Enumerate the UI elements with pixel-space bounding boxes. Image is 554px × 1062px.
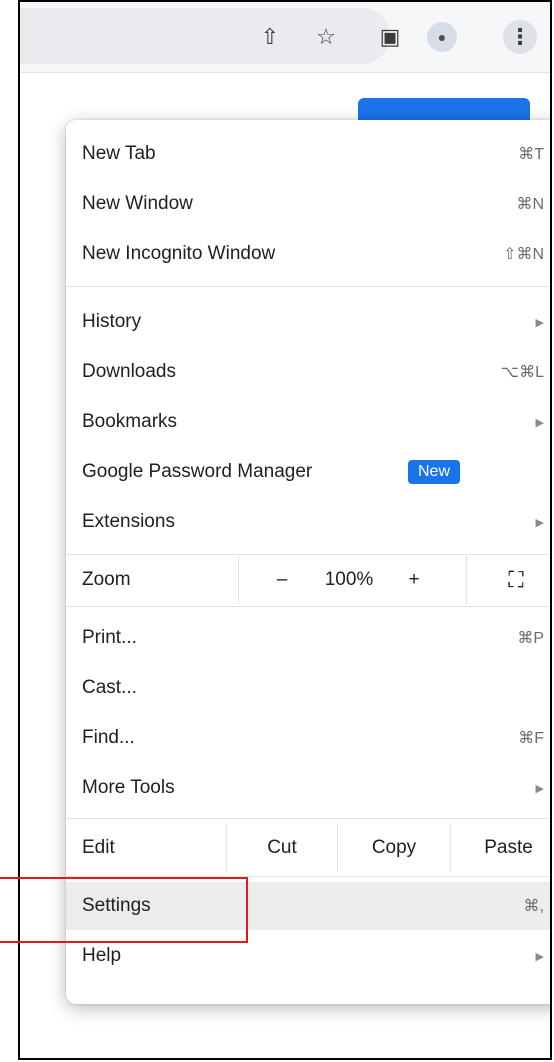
zoom-divider <box>238 556 239 604</box>
chrome-menu: New Tab ⌘T New Window ⌘N New Incognito W… <box>66 120 550 1004</box>
submenu-arrow-icon: ▶ <box>535 516 544 529</box>
shortcut-label: ⌘P <box>517 630 544 647</box>
menu-item-new-incognito-window[interactable]: New Incognito Window ⇧⌘N <box>66 230 550 278</box>
shortcut-label: ⌘T <box>518 146 544 163</box>
shortcut-label: ⌘F <box>518 730 544 747</box>
more-options-icon: ⋮ <box>503 20 537 54</box>
menu-item-label: Extensions <box>82 511 175 532</box>
zoom-in-button[interactable]: + <box>394 556 434 604</box>
browser-toolbar: ⇧ ☆ ▣ ● ⋮ <box>20 2 550 73</box>
zoom-level: 100% <box>324 569 374 590</box>
share-icon[interactable]: ⇧ <box>252 19 288 55</box>
menu-edit-row: Edit Cut Copy Paste <box>66 824 550 872</box>
menu-item-print[interactable]: Print... ⌘P <box>66 614 550 662</box>
menu-item-more-tools[interactable]: More Tools ▶ <box>66 764 550 812</box>
submenu-arrow-icon: ▶ <box>535 316 544 329</box>
shortcut-label: ⌘N <box>516 196 544 213</box>
menu-divider <box>66 606 550 607</box>
avatar-glyph: ● <box>437 29 447 45</box>
submenu-arrow-icon: ▶ <box>535 950 544 963</box>
menu-item-new-window[interactable]: New Window ⌘N <box>66 180 550 228</box>
menu-item-new-tab[interactable]: New Tab ⌘T <box>66 130 550 178</box>
profile-icon: ● <box>427 22 457 52</box>
menu-item-history[interactable]: History ▶ <box>66 298 550 346</box>
menu-item-google-password-manager[interactable]: Google Password Manager New <box>66 448 550 496</box>
menu-item-label: New Tab <box>82 143 156 164</box>
submenu-arrow-icon: ▶ <box>535 416 544 429</box>
paste-button[interactable]: Paste <box>451 824 550 872</box>
profile-button[interactable]: ● <box>424 19 460 55</box>
submenu-arrow-icon: ▶ <box>535 782 544 795</box>
menu-divider <box>66 554 550 555</box>
menu-item-extensions[interactable]: Extensions ▶ <box>66 498 550 546</box>
menu-item-label: Print... <box>82 627 137 648</box>
side-panel-icon[interactable]: ▣ <box>372 19 408 55</box>
zoom-out-button[interactable]: – <box>262 556 302 604</box>
shortcut-label: ⌘, <box>523 898 544 915</box>
star-icon[interactable]: ☆ <box>308 19 344 55</box>
menu-item-downloads[interactable]: Downloads ⌥⌘L <box>66 348 550 396</box>
highlight-box <box>0 877 248 943</box>
kebab-glyph: ⋮ <box>509 24 531 49</box>
menu-item-label: New Incognito Window <box>82 243 276 264</box>
menu-item-label: Google Password Manager <box>82 461 313 482</box>
menu-item-find[interactable]: Find... ⌘F <box>66 714 550 762</box>
menu-item-bookmarks[interactable]: Bookmarks ▶ <box>66 398 550 446</box>
cut-button[interactable]: Cut <box>227 824 337 872</box>
menu-divider <box>66 818 550 819</box>
menu-item-cast[interactable]: Cast... <box>66 664 550 712</box>
menu-item-label: More Tools <box>82 777 175 798</box>
shortcut-label: ⌥⌘L <box>500 364 544 381</box>
fullscreen-icon[interactable]: ⛶ <box>486 556 546 604</box>
menu-zoom-row: Zoom – 100% + ⛶ <box>66 556 550 604</box>
more-options-button[interactable]: ⋮ <box>502 19 538 55</box>
menu-item-label: New Window <box>82 193 193 214</box>
zoom-label: Zoom <box>82 569 131 590</box>
menu-item-label: Help <box>82 945 122 966</box>
new-badge: New <box>408 460 461 484</box>
menu-item-label: History <box>82 311 142 332</box>
menu-divider <box>66 286 550 287</box>
copy-button[interactable]: Copy <box>338 824 450 872</box>
menu-item-label: Bookmarks <box>82 411 178 432</box>
edit-label: Edit <box>82 837 115 858</box>
shortcut-label: ⇧⌘N <box>503 246 544 263</box>
menu-item-label: Find... <box>82 727 135 748</box>
menu-item-label: Downloads <box>82 361 176 382</box>
zoom-divider <box>466 556 467 604</box>
menu-item-label: Cast... <box>82 677 137 698</box>
